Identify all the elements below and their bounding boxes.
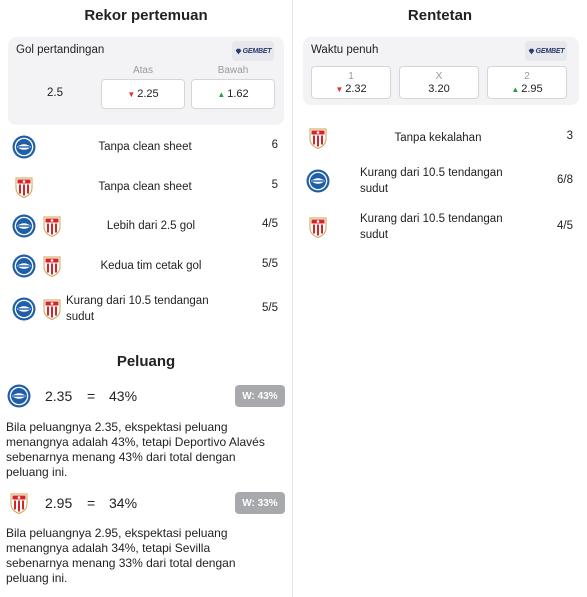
chance-row-alaves: 2.35 = 43% W: 43% — [0, 381, 292, 411]
home-label: 1 — [348, 70, 354, 82]
draw-odd-button[interactable]: X 3.20 — [399, 66, 479, 99]
chance-odd: 2.95 — [45, 495, 73, 511]
stat-text-line: Kurang dari 10.5 tendangan — [360, 213, 503, 225]
under-odd-button[interactable]: ▲ 1.62 — [191, 79, 275, 109]
chance-description-line: peluang ini. — [6, 571, 68, 585]
alaves-logo-icon — [12, 214, 36, 238]
sevilla-logo-icon — [306, 126, 330, 150]
draw-label: X — [435, 70, 443, 82]
sevilla-logo-icon — [40, 297, 64, 321]
streak-row: Kurang dari 10.5 tendangan sudut 4/5 — [293, 211, 587, 245]
stat-row: Kedua tim cetak gol 5/5 — [0, 251, 292, 281]
over-odd-value: 2.25 — [137, 88, 159, 100]
stat-row: Lebih dari 2.5 gol 4/5 — [0, 211, 292, 241]
stat-text-line: sudut — [360, 183, 389, 195]
stat-text: Lebih dari 2.5 gol — [106, 220, 196, 232]
sevilla-logo-icon — [306, 215, 330, 239]
stat-text: Tanpa clean sheet — [98, 141, 192, 153]
gembet-icon — [528, 48, 534, 54]
stat-value: 4/5 — [557, 220, 573, 232]
chance-description-line: sebenarnya menang 33% dari total dengan — [6, 556, 236, 570]
chance-equals: = — [87, 388, 96, 404]
head-to-head-column: Rekor pertemuan Gol pertandingan GEMBET … — [0, 0, 292, 597]
alaves-logo-icon — [12, 297, 36, 321]
head-to-head-title: Rekor pertemuan — [84, 7, 208, 24]
sevilla-logo-icon — [7, 491, 31, 515]
alaves-logo-icon — [7, 384, 31, 408]
stat-value: 5/5 — [262, 258, 278, 270]
full-time-label: Waktu penuh — [311, 44, 379, 56]
over-odd-button[interactable]: ▼ 2.25 — [101, 79, 185, 109]
stat-text: Tanpa kekalahan — [394, 132, 482, 144]
win-rate-badge: W: 33% — [235, 492, 285, 514]
stat-text: Kedua tim cetak gol — [100, 260, 202, 272]
stat-value: 4/5 — [262, 218, 278, 230]
sevilla-logo-icon — [40, 254, 64, 278]
stat-text: Tanpa clean sheet — [98, 181, 192, 193]
chance-percent: 43% — [109, 388, 138, 404]
win-rate-badge: W: 43% — [235, 385, 285, 407]
stat-row: Tanpa clean sheet 6 — [0, 132, 292, 162]
chance-percent: 34% — [109, 495, 138, 511]
chance-description-line: menangnya adalah 43%, tetapi Deportivo A… — [6, 435, 265, 449]
alaves-logo-icon — [306, 169, 330, 193]
chance-description-line: Bila peluangnya 2.95, ekspektasi peluang — [6, 526, 228, 540]
draw-odd-value: 3.20 — [428, 82, 450, 95]
under-odd-value: 1.62 — [227, 88, 249, 100]
sevilla-logo-icon — [40, 214, 64, 238]
away-odd-button[interactable]: 2 ▲ 2.95 — [487, 66, 567, 99]
streaks-title: Rentetan — [407, 7, 473, 24]
stat-text-line: sudut — [66, 311, 95, 323]
bookmaker-name: GEMBET — [535, 47, 565, 55]
chance-row-sevilla: 2.95 = 34% W: 33% — [0, 488, 292, 518]
away-label: 2 — [524, 70, 530, 82]
chance-description-line: peluang ini. — [6, 465, 68, 479]
stat-text-line: Kurang dari 10.5 tendangan — [360, 167, 503, 179]
stat-value: 6/8 — [557, 174, 573, 186]
chance-description: Bila peluangnya 2.95, ekspektasi peluang… — [6, 526, 286, 586]
chance-description-line: menangnya adalah 34%, tetapi Sevilla — [6, 541, 211, 555]
goal-line-value: 2.5 — [47, 87, 63, 99]
stat-value: 3 — [566, 130, 573, 142]
trend-up-icon: ▲ — [511, 84, 520, 94]
home-odd-button[interactable]: 1 ▼ 2.32 — [311, 66, 391, 99]
bookmaker-badge[interactable]: GEMBET — [232, 41, 274, 61]
stat-text-line: Kurang dari 10.5 tendangan — [66, 295, 209, 307]
under-header: Bawah — [217, 65, 249, 76]
over-header: Atas — [132, 65, 153, 76]
stat-text: Kurang dari 10.5 tendangan sudut — [66, 293, 246, 325]
stat-value: 5/5 — [262, 302, 278, 314]
chance-description-line: sebenarnya menang 43% dari total dengan — [6, 450, 236, 464]
trend-up-icon: ▲ — [217, 89, 226, 99]
chance-description: Bila peluangnya 2.35, ekspektasi peluang… — [6, 420, 286, 480]
stat-text: Kurang dari 10.5 tendangan sudut — [360, 211, 540, 243]
bookmaker-badge[interactable]: GEMBET — [525, 41, 567, 61]
alaves-logo-icon — [12, 254, 36, 278]
home-odd-value: 2.32 — [345, 82, 367, 95]
stat-text: Kurang dari 10.5 tendangan sudut — [360, 165, 540, 197]
trend-down-icon: ▼ — [127, 89, 136, 99]
chance-equals: = — [87, 495, 96, 511]
trend-down-icon: ▼ — [335, 84, 344, 94]
chance-description-line: Bila peluangnya 2.35, ekspektasi peluang — [6, 420, 228, 434]
streak-row: Tanpa kekalahan 3 — [293, 123, 587, 153]
bookmaker-name: GEMBET — [242, 47, 272, 55]
stat-row: Tanpa clean sheet 5 — [0, 172, 292, 202]
sevilla-logo-icon — [12, 175, 36, 199]
streaks-column: Rentetan Waktu penuh GEMBET 1 ▼ 2.32 X 3.… — [293, 0, 587, 597]
stat-row: Kurang dari 10.5 tendangan sudut 5/5 — [0, 293, 292, 327]
full-time-odds-card: Waktu penuh GEMBET 1 ▼ 2.32 X 3.20 2 ▲ 2.9… — [303, 37, 579, 105]
streak-row: Kurang dari 10.5 tendangan sudut 6/8 — [293, 165, 587, 199]
stat-text-line: sudut — [360, 229, 389, 241]
match-goals-label: Gol pertandingan — [16, 44, 105, 56]
chance-title: Peluang — [116, 353, 176, 370]
away-odd-value: 2.95 — [521, 82, 543, 95]
gembet-icon — [235, 48, 241, 54]
match-goals-odds-card: Gol pertandingan GEMBET Atas Bawah 2.5 ▼… — [8, 37, 284, 125]
alaves-logo-icon — [12, 135, 36, 159]
chance-odd: 2.35 — [45, 388, 73, 404]
stat-value: 5 — [271, 179, 278, 191]
stat-value: 6 — [271, 139, 278, 151]
